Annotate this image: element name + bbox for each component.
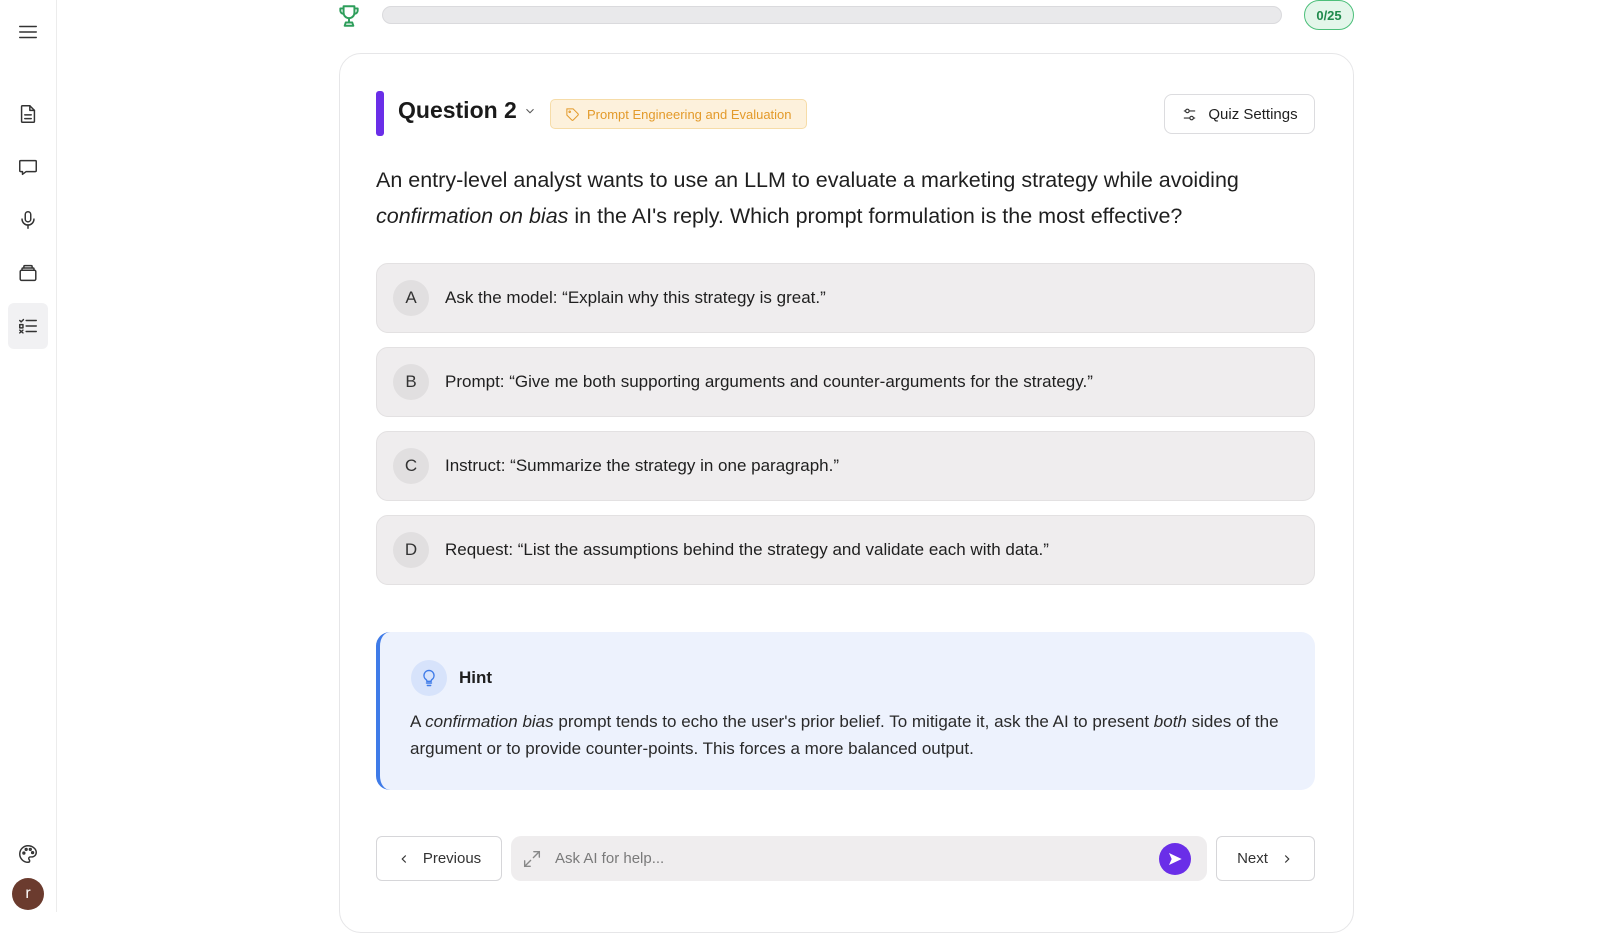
sidebar-item-quiz[interactable] — [8, 303, 48, 349]
topic-label: Prompt Engineering and Evaluation — [587, 106, 792, 122]
topic-tag: Prompt Engineering and Evaluation — [550, 99, 807, 129]
option-letter: B — [393, 364, 429, 400]
option-d[interactable]: D Request: “List the assumptions behind … — [376, 515, 1315, 585]
sidebar-item-theme[interactable] — [8, 834, 48, 874]
option-text: Ask the model: “Explain why this strateg… — [445, 288, 826, 307]
option-letter: C — [393, 448, 429, 484]
sliders-icon — [1184, 108, 1196, 120]
lightbulb-icon — [411, 660, 447, 696]
quiz-list-icon — [19, 318, 37, 334]
avatar[interactable]: r — [12, 878, 44, 910]
document-icon — [20, 105, 36, 123]
progress-count-badge: 0/25 — [1304, 0, 1354, 30]
trophy-icon — [336, 3, 362, 29]
microphone-icon — [21, 211, 35, 229]
option-text: Instruct: “Summarize the strategy in one… — [445, 456, 840, 475]
hint-text-part: A — [410, 712, 426, 731]
hint-title: Hint — [459, 668, 493, 687]
question-text-part: An entry-level analyst wants to use an L… — [376, 168, 1239, 192]
option-c[interactable]: C Instruct: “Summarize the strategy in o… — [376, 431, 1315, 501]
option-text: Prompt: “Give me both supporting argumen… — [445, 372, 1093, 391]
question-text: An entry-level analyst wants to use an L… — [376, 162, 1306, 234]
question-text-emphasis: confirmation on bias — [376, 204, 569, 228]
previous-button[interactable]: Previous — [376, 836, 502, 881]
hint-text-emphasis: both — [1153, 712, 1187, 731]
sidebar-item-flashcards[interactable] — [8, 253, 48, 293]
send-icon — [1169, 852, 1182, 865]
option-a[interactable]: A Ask the model: “Explain why this strat… — [376, 263, 1315, 333]
sidebar-item-voice[interactable] — [8, 200, 48, 240]
tag-icon — [566, 107, 579, 121]
next-button[interactable]: Next — [1216, 836, 1315, 881]
chevron-down-icon — [525, 108, 534, 113]
cards-icon — [19, 264, 37, 282]
quiz-settings-button[interactable]: Quiz Settings — [1164, 94, 1315, 134]
sidebar-item-chat[interactable] — [8, 147, 48, 187]
question-title: Question 2 — [398, 97, 517, 123]
chevron-right-icon — [1284, 854, 1290, 863]
previous-label: Previous — [422, 850, 482, 867]
chevron-left-icon — [401, 854, 406, 863]
question-selector[interactable]: Question 2 — [398, 97, 537, 124]
chat-bubble-icon — [19, 159, 37, 176]
sidebar-item-documents[interactable] — [8, 94, 48, 134]
hint-text-emphasis: confirmation bias — [425, 712, 554, 731]
option-letter: D — [393, 532, 429, 568]
sidebar: r — [0, 0, 57, 912]
send-button[interactable] — [1159, 842, 1191, 875]
option-letter: A — [393, 280, 429, 316]
hint-text: A confirmation bias prompt tends to echo… — [410, 708, 1290, 762]
option-text: Request: “List the assumptions behind th… — [445, 540, 1049, 559]
option-b[interactable]: B Prompt: “Give me both supporting argum… — [376, 347, 1315, 417]
question-text-part: in the AI's reply. Which prompt formulat… — [568, 204, 1183, 228]
next-label: Next — [1237, 850, 1268, 867]
ask-ai-input[interactable] — [555, 836, 1159, 881]
menu-icon — [19, 25, 37, 39]
question-accent-bar — [376, 91, 384, 136]
palette-icon — [19, 845, 37, 863]
hint-text-part: prompt tends to echo the user's prior be… — [553, 712, 1154, 731]
quiz-settings-label: Quiz Settings — [1208, 105, 1298, 123]
ask-ai-box — [511, 836, 1207, 881]
progress-bar — [382, 6, 1282, 24]
menu-button[interactable] — [8, 12, 48, 52]
expand-icon[interactable] — [521, 848, 543, 870]
hint-panel: Hint A confirmation bias prompt tends to… — [376, 632, 1315, 790]
